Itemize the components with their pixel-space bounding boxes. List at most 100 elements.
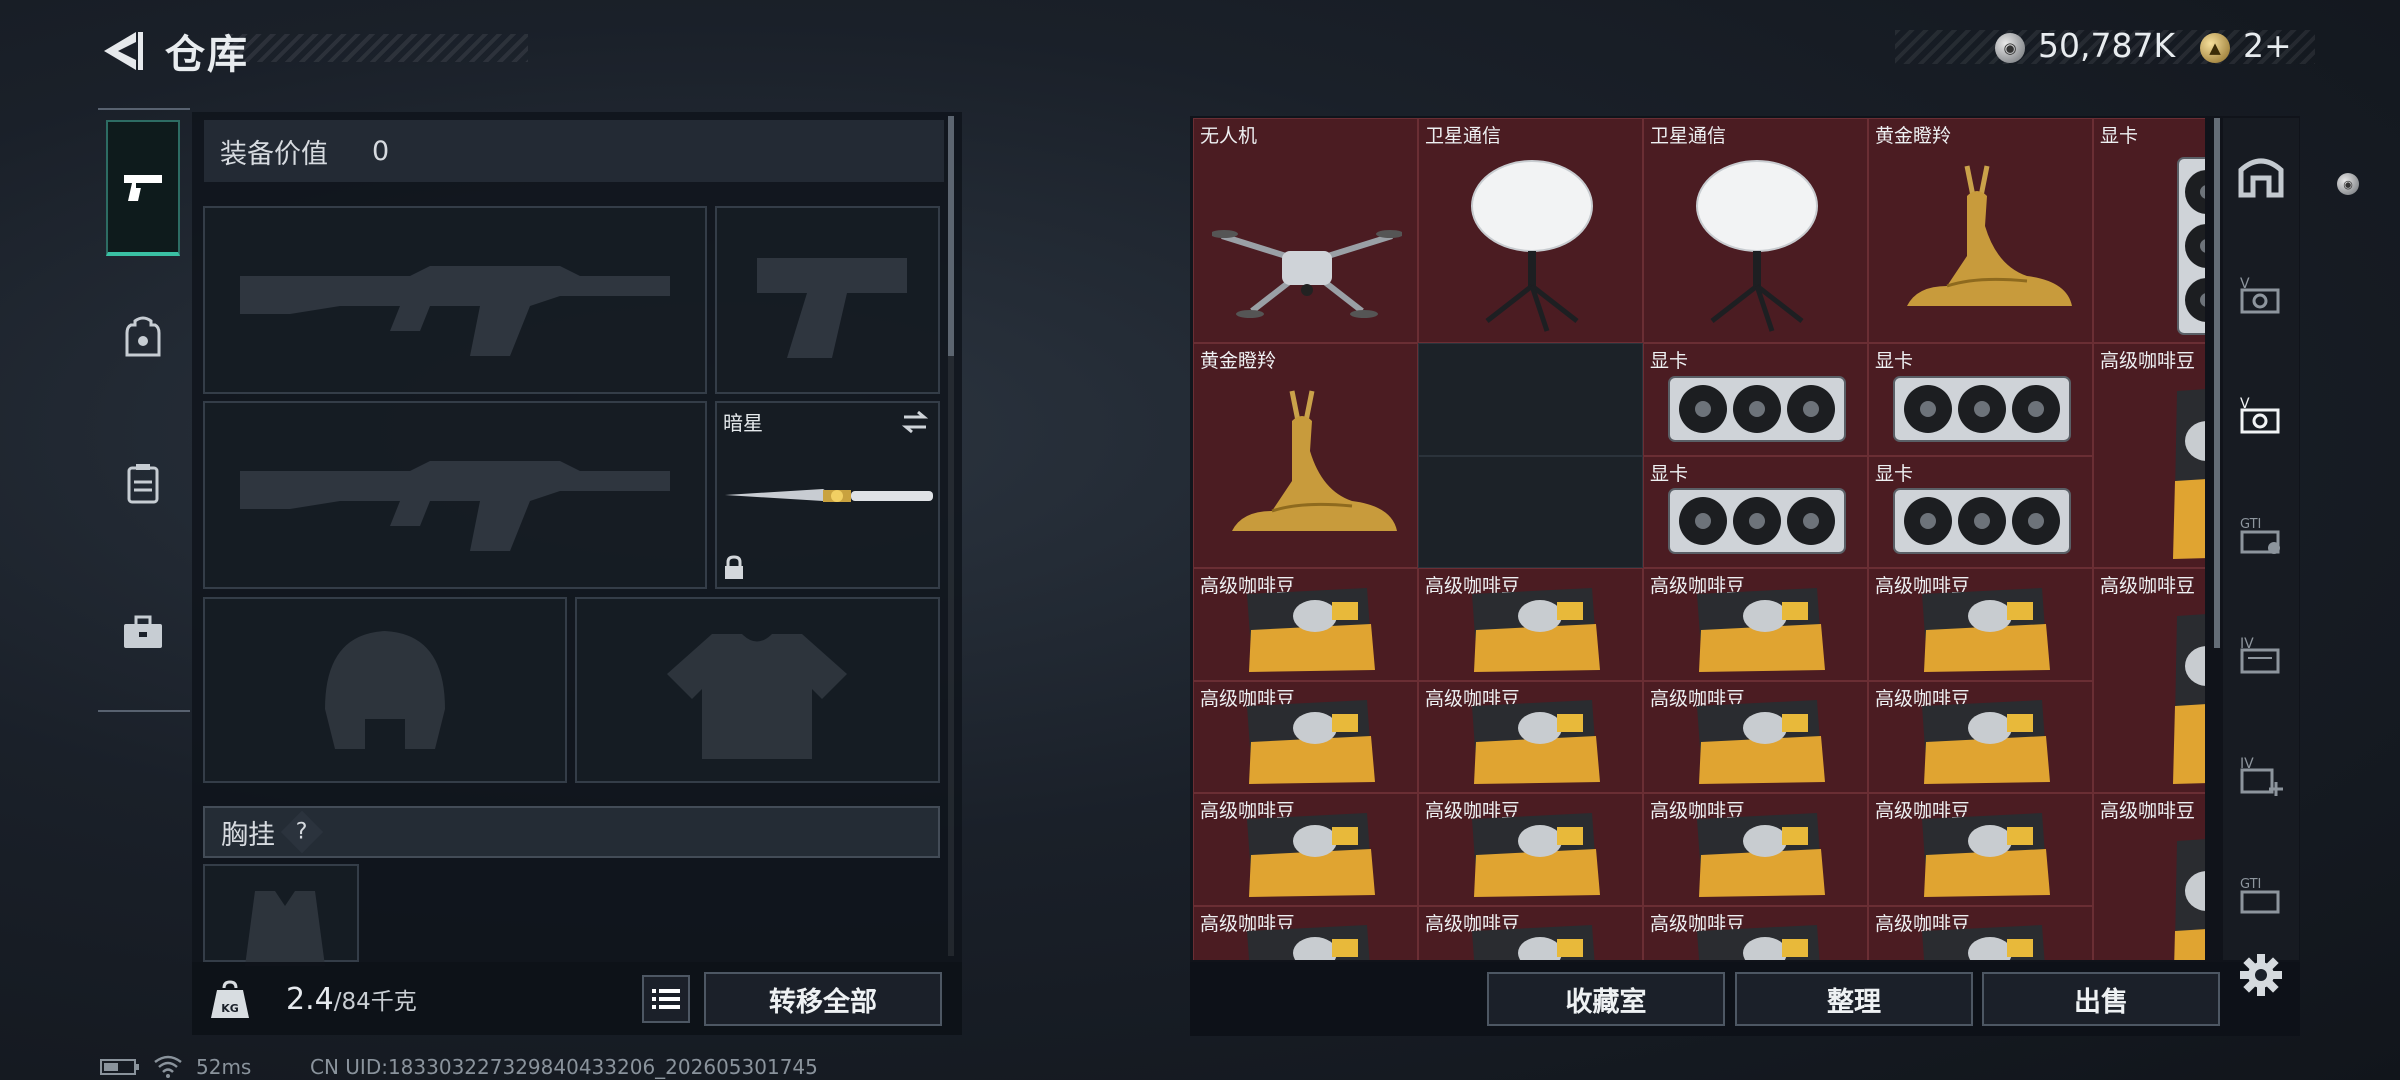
coffee-bag-icon xyxy=(1462,696,1602,790)
sell-button[interactable]: 出售 xyxy=(1982,972,2220,1026)
stash-item[interactable]: 高级咖啡豆 xyxy=(1868,905,2093,960)
stash-item[interactable]: 高级咖啡豆 xyxy=(1868,793,2093,906)
back-arrow-icon[interactable] xyxy=(96,26,146,76)
sidearm-slot[interactable] xyxy=(715,206,940,394)
toolbox-icon xyxy=(124,615,162,648)
stash-item-label: 无人机 xyxy=(1200,125,1258,147)
stash-item[interactable]: 高级咖啡豆 xyxy=(1868,568,2093,681)
stash-item[interactable]: 高级咖啡豆 xyxy=(1193,680,1418,793)
stash-item[interactable]: 显卡 xyxy=(2093,118,2205,343)
sort-button[interactable]: 整理 xyxy=(1735,972,1973,1026)
stash-item[interactable]: 高级咖啡豆 xyxy=(1643,568,1868,681)
helmet-slot[interactable] xyxy=(203,597,567,783)
stash-item-label: 高级咖啡豆 xyxy=(2100,800,2196,822)
melee-item-label: 暗星 xyxy=(723,411,763,435)
gti-slot-2-icon[interactable]: GTI xyxy=(2236,870,2286,920)
body-armor-slot[interactable] xyxy=(575,597,940,783)
stash-item-label: 黄金瞪羚 xyxy=(1200,350,1277,372)
stash-item[interactable]: 显卡 xyxy=(1643,343,1868,456)
v-slot-active-icon[interactable]: V xyxy=(2236,390,2286,440)
stash-scrollbar[interactable] xyxy=(2214,118,2220,648)
gti-slot-icon[interactable]: GTI xyxy=(2236,510,2286,560)
chest-rig-silhouette-icon xyxy=(245,891,325,966)
stash-item[interactable]: 高级咖啡豆 xyxy=(1418,568,1643,681)
gold-currency-amount[interactable]: 2+ xyxy=(2243,26,2292,65)
svg-text:GTI: GTI xyxy=(2240,877,2261,892)
weight-readout: 2.4/84千克 xyxy=(286,982,417,1017)
stash-item[interactable]: 高级咖啡豆 xyxy=(2093,793,2205,960)
empty-stash-slot[interactable] xyxy=(1418,343,1643,456)
stash-item[interactable]: 黄金瞪羚 xyxy=(1868,118,2093,343)
battery-icon xyxy=(100,1059,139,1075)
stash-item-label: 卫星通信 xyxy=(1425,125,1502,147)
stash-item[interactable]: 高级咖啡豆 xyxy=(1418,793,1643,906)
gear-icon[interactable] xyxy=(2238,952,2284,998)
primary-weapon-slot[interactable] xyxy=(203,206,707,394)
user-uid: CN UID:183303227329840433206_20260530174… xyxy=(310,1055,818,1079)
stash-item-label: 卫星通信 xyxy=(1650,125,1727,147)
stash-item[interactable]: 高级咖啡豆 xyxy=(1418,905,1643,960)
helmet-silhouette-icon xyxy=(325,631,445,749)
gpu-icon xyxy=(1892,481,2072,565)
title-decoration xyxy=(228,34,528,62)
tab-backpack[interactable] xyxy=(106,305,180,369)
equipment-value: 0 xyxy=(372,135,390,167)
stash-item[interactable]: 显卡 xyxy=(1868,455,2093,568)
swap-icon[interactable] xyxy=(900,409,930,435)
coffee-bag-icon xyxy=(1462,921,1602,960)
tab-vest[interactable] xyxy=(106,452,180,516)
collection-room-button[interactable]: 收藏室 xyxy=(1487,972,1725,1026)
empty-stash-slot[interactable] xyxy=(1418,455,1643,568)
coffee-bag-icon xyxy=(1912,809,2052,903)
v-slot-icon[interactable]: V xyxy=(2236,270,2286,320)
help-icon[interactable]: ? xyxy=(280,810,324,854)
tab-weapons[interactable] xyxy=(106,120,180,256)
stash-item[interactable]: 高级咖啡豆 xyxy=(1643,680,1868,793)
page-title: 仓库 xyxy=(165,32,249,78)
iv-slot-icon[interactable]: IV xyxy=(2236,630,2286,680)
lock-icon xyxy=(725,555,743,579)
stash-item[interactable]: 高级咖啡豆 xyxy=(1193,568,1418,681)
armor-silhouette-icon xyxy=(667,634,847,759)
coffee-bag-icon xyxy=(2167,606,2205,790)
equipment-value-label: 装备价值 xyxy=(220,138,328,170)
knife-icon xyxy=(725,489,933,502)
list-view-button[interactable] xyxy=(642,975,690,1023)
stash-item[interactable]: 高级咖啡豆 xyxy=(1193,905,1418,960)
stash-item[interactable]: 高级咖啡豆 xyxy=(2093,343,2205,568)
stash-item[interactable]: 高级咖啡豆 xyxy=(1643,793,1868,906)
stash-item[interactable]: 显卡 xyxy=(1868,343,2093,456)
coffee-bag-icon xyxy=(2167,831,2205,960)
iv-add-slot-icon[interactable]: IV xyxy=(2236,750,2286,800)
satellite-dish-icon xyxy=(1457,156,1607,340)
stash-item[interactable]: 高级咖啡豆 xyxy=(1868,680,2093,793)
svg-text:GTI: GTI xyxy=(2240,517,2261,532)
weight-max: /84千克 xyxy=(333,989,417,1015)
backpack-icon xyxy=(125,316,161,357)
melee-slot[interactable]: 暗星 xyxy=(715,401,940,589)
tab-toolbox[interactable] xyxy=(106,600,180,664)
stash-item[interactable]: 无人机 xyxy=(1193,118,1418,343)
wifi-icon xyxy=(154,1055,182,1078)
coffee-bag-icon xyxy=(1912,584,2052,678)
pistol-silhouette-icon xyxy=(757,258,907,358)
golden-gazelle-icon xyxy=(1212,381,1402,565)
transfer-all-button[interactable]: 转移全部 xyxy=(704,972,942,1026)
stash-item[interactable]: 高级咖啡豆 xyxy=(1193,793,1418,906)
stash-item-label: 黄金瞪羚 xyxy=(1875,125,1952,147)
coffee-bag-icon xyxy=(1237,696,1377,790)
stash-item[interactable]: 黄金瞪羚 xyxy=(1193,343,1418,568)
equipment-scrollbar[interactable] xyxy=(948,116,954,356)
secondary-weapon-slot[interactable] xyxy=(203,401,707,589)
stash-item[interactable]: 卫星通信 xyxy=(1418,118,1643,343)
stash-item-label: 高级咖啡豆 xyxy=(2100,575,2196,597)
chest-rig-label: 胸挂 xyxy=(221,819,275,851)
stash-item[interactable]: 高级咖啡豆 xyxy=(1418,680,1643,793)
stash-item[interactable]: 高级咖啡豆 xyxy=(2093,568,2205,793)
warehouse-icon[interactable] xyxy=(2236,150,2286,200)
chest-rig-slot[interactable] xyxy=(203,864,359,966)
stash-item[interactable]: 卫星通信 xyxy=(1643,118,1868,343)
stash-item[interactable]: 高级咖啡豆 xyxy=(1643,905,1868,960)
silver-coin-icon: ◉ xyxy=(2337,173,2359,195)
stash-item[interactable]: 显卡 xyxy=(1643,455,1868,568)
